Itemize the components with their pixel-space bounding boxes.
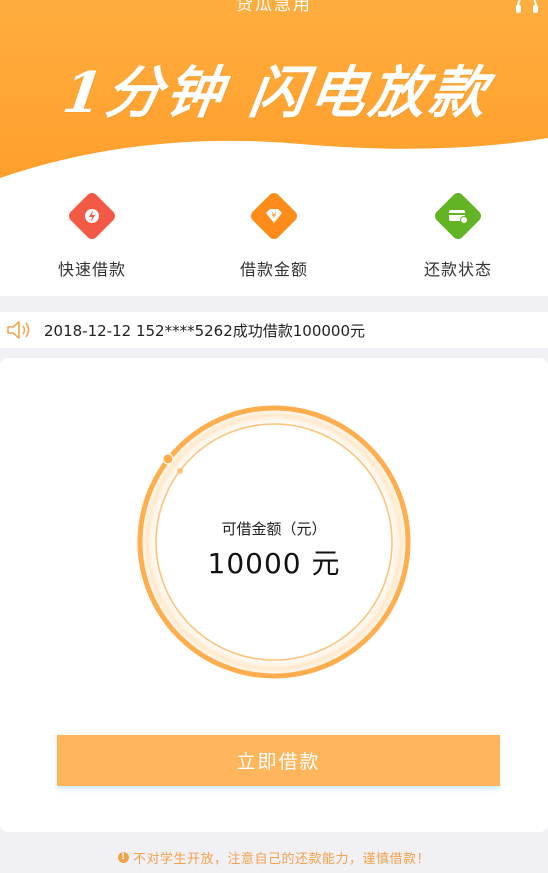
feature-label: 还款状态 (423, 260, 492, 279)
amount-value: 10000 元 (207, 547, 341, 580)
feature-label: 借款金额 (239, 260, 308, 279)
feature-row: 快速借款 ¥ 借款金额 还款状态 (0, 178, 548, 296)
banner-slogan: 1分钟 闪电放款 (58, 60, 495, 126)
speaker-icon (7, 321, 30, 339)
feature-label: 快速借款 (57, 260, 126, 279)
borrow-now-button[interactable]: 立即借款 (57, 735, 500, 786)
card-icon (432, 190, 484, 242)
footer-tip: ! 不对学生开放，注意自己的还款能力，谨慎借款！ (0, 848, 548, 867)
amount-label: 可借金额（元） (221, 520, 327, 538)
loan-card: 可借金额（元） 10000 元 立即借款 (0, 358, 548, 832)
notice-text: 2018-12-12 152****5262成功借款100000元 (44, 321, 366, 340)
footer-tip-text: 不对学生开放，注意自己的还款能力，谨慎借款！ (132, 852, 430, 867)
svg-text:¥: ¥ (271, 211, 276, 220)
feature-repay-status[interactable]: 还款状态 (398, 190, 518, 280)
notice-bar: 2018-12-12 152****5262成功借款100000元 (0, 312, 548, 348)
amount-ring: 可借金额（元） 10000 元 (134, 402, 414, 682)
info-icon: ! (117, 852, 129, 863)
feature-quick-loan[interactable]: 快速借款 (32, 190, 152, 280)
lightning-icon (66, 190, 118, 242)
banner-wave (0, 138, 548, 178)
customer-service-icon[interactable] (514, 0, 540, 14)
yen-diamond-icon: ¥ (248, 190, 300, 242)
app-title: 贷瓜急用 (236, 0, 312, 15)
feature-loan-amount[interactable]: ¥ 借款金额 (214, 190, 334, 280)
header-banner: 贷瓜急用 1分钟 闪电放款 (0, 0, 548, 178)
